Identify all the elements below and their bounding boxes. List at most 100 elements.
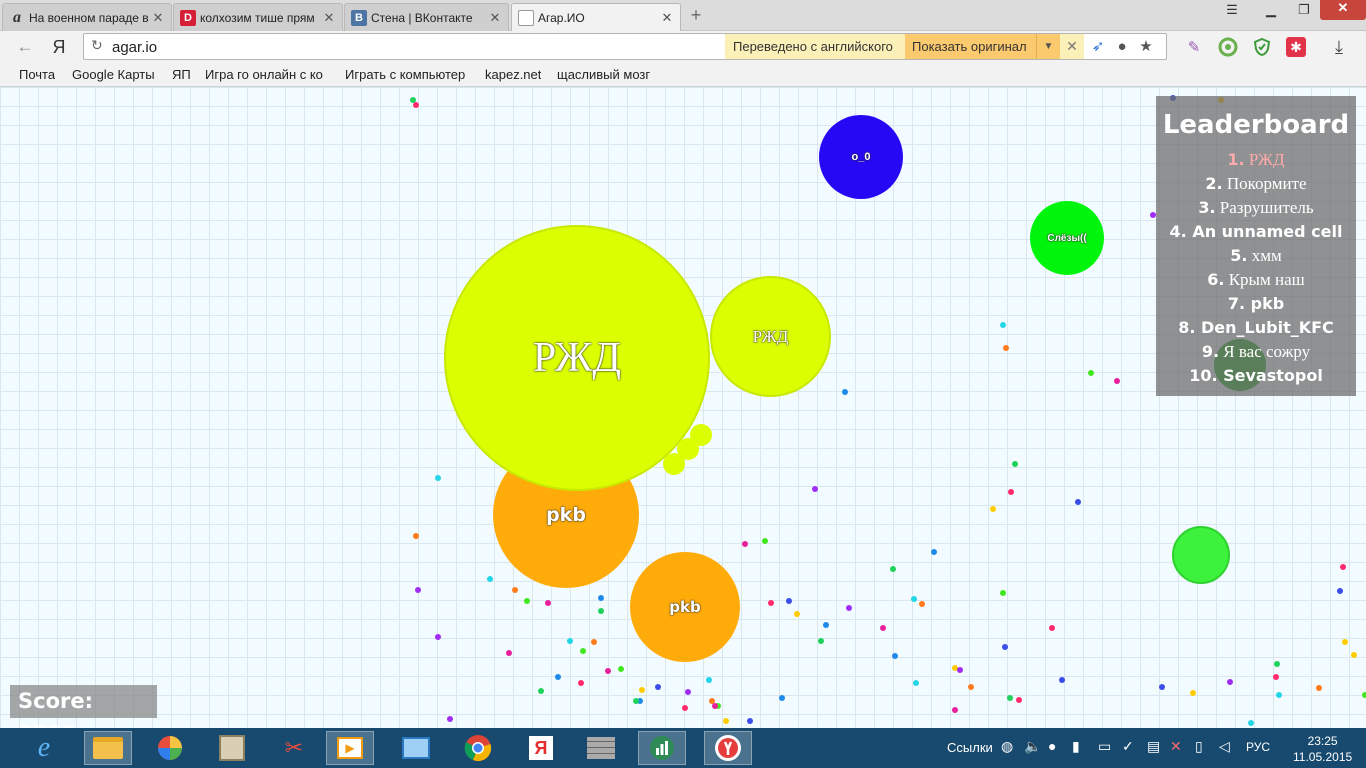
volume-icon[interactable]: 🔈 (1024, 738, 1041, 755)
yandex-search-icon[interactable]: Я (517, 731, 565, 765)
tab-4-active[interactable]: Агар.ИО ✕ (511, 3, 681, 32)
tab-close-icon[interactable]: ✕ (660, 10, 674, 26)
food-pellet (1273, 674, 1279, 680)
food-pellet (435, 475, 441, 481)
network-error-icon[interactable]: ✕ (1170, 738, 1182, 755)
clock-time: 23:25 (1307, 734, 1338, 748)
speaker-icon[interactable]: ◁ (1219, 738, 1230, 755)
printer-icon[interactable]: ▤ (1147, 738, 1160, 755)
video-player-icon[interactable]: ▶ (326, 731, 374, 765)
window-icon[interactable]: ▭ (1098, 738, 1111, 755)
internet-explorer-icon[interactable]: e (20, 731, 68, 765)
shield-extension-icon[interactable] (1250, 35, 1274, 59)
translate-dropdown-icon[interactable]: ▼ (1036, 34, 1060, 59)
media-center-icon[interactable] (146, 731, 194, 765)
remote-desktop-icon[interactable] (392, 731, 440, 765)
sync-extension-icon[interactable] (1216, 35, 1240, 59)
signal-icon[interactable]: ▮ (1072, 738, 1080, 755)
cell-name: pkb (546, 504, 586, 526)
food-pellet (413, 533, 419, 539)
food-pellet (911, 596, 917, 602)
battery-icon[interactable]: ▯ (1195, 738, 1203, 755)
food-pellet (812, 486, 818, 492)
bookmark-item[interactable]: ЯП (172, 67, 191, 82)
checkmark-icon[interactable]: ✓ (1122, 738, 1134, 755)
food-pellet (1002, 644, 1008, 650)
food-pellet (842, 389, 848, 395)
food-pellet (823, 622, 829, 628)
rocket-icon[interactable]: ➶ (1088, 36, 1108, 58)
food-pellet (685, 689, 691, 695)
food-pellet (639, 687, 645, 693)
bookmark-item[interactable]: Игра го онлайн с ко (205, 67, 332, 82)
reload-icon[interactable]: ↻ (91, 37, 103, 54)
bookmark-item[interactable]: Почта (19, 67, 55, 82)
file-explorer-icon[interactable] (84, 731, 132, 765)
leaderboard-entry: 3. Разрушитель (1156, 196, 1356, 220)
show-original-button[interactable]: Показать оригинал (905, 34, 1036, 59)
new-tab-button[interactable]: + (686, 6, 706, 26)
address-bar[interactable]: ↻ agar.io Переведено с английского Показ… (83, 33, 1167, 60)
bookmark-item[interactable]: Google Карты (72, 67, 155, 82)
star-icon[interactable]: ★ (1136, 36, 1156, 58)
feather-extension-icon[interactable]: ✎ (1182, 35, 1206, 59)
translate-close-icon[interactable]: ✕ (1060, 34, 1084, 59)
leaderboard-player: Sevastopol (1223, 366, 1323, 385)
bookmark-item[interactable]: щасливый мозг (557, 67, 650, 82)
food-pellet (1000, 322, 1006, 328)
food-pellet (913, 680, 919, 686)
hamburger-menu-icon[interactable]: ☰ (1215, 2, 1249, 20)
food-pellet (742, 541, 748, 547)
food-pellet (794, 611, 800, 617)
tab-close-icon[interactable]: ✕ (322, 10, 336, 26)
tab-close-icon[interactable]: ✕ (488, 10, 502, 26)
food-pellet (1114, 378, 1120, 384)
links-toolbar-label[interactable]: Ссылки (947, 740, 993, 755)
tab-3[interactable]: B Стена | ВКонтакте ✕ (344, 3, 509, 31)
tab-label: Стена | ВКонтакте (371, 10, 473, 25)
game-canvas[interactable]: o_0 Слёзы(( pkb pkb РЖД РЖД Leaderboard … (0, 87, 1366, 728)
yandex-browser-icon[interactable] (704, 731, 752, 765)
orb-icon[interactable]: ● (1048, 738, 1056, 754)
tab-2[interactable]: D колхозим тише прям ✕ (173, 3, 343, 31)
yandex-logo-text: Я (529, 736, 553, 760)
snowflake-extension-icon[interactable]: ✱ (1284, 35, 1308, 59)
food-pellet (892, 653, 898, 659)
chrome-icon[interactable] (454, 731, 502, 765)
url-text[interactable]: agar.io (112, 39, 157, 56)
back-arrow-icon[interactable]: ← (14, 36, 36, 58)
bookmark-item[interactable]: Играть с компьютер (345, 67, 472, 82)
system-clock[interactable]: 23:25 11.05.2015 (1293, 733, 1352, 765)
minimize-icon[interactable]: ▁ (1254, 2, 1288, 20)
leaderboard-entry: 9. Я вас сожру (1156, 340, 1356, 364)
download-icon[interactable]: ⤓ (1327, 35, 1351, 59)
restore-icon[interactable]: ❐ (1287, 2, 1321, 20)
window-close-icon[interactable]: ✕ (1320, 0, 1366, 20)
monitor-stats-icon[interactable] (638, 731, 686, 765)
yandex-logo-icon[interactable]: Я (48, 36, 70, 58)
bookmark-item[interactable]: kapez.net (485, 67, 541, 82)
firewall-icon[interactable] (577, 731, 625, 765)
leaderboard-rank: 3. (1198, 198, 1216, 217)
food-pellet (1351, 652, 1357, 658)
scissors-tool-icon[interactable]: ✂ (270, 731, 318, 765)
food-pellet (762, 538, 768, 544)
leaderboard-player: Разрушитель (1219, 198, 1314, 217)
leaderboard-player: Я вас сожру (1223, 342, 1311, 361)
food-pellet (435, 634, 441, 640)
leaderboard-entry: 5. хмм (1156, 244, 1356, 268)
leaderboard-player: An unnamed cell (1192, 222, 1343, 241)
tab-1[interactable]: a На военном параде в ✕ (2, 3, 172, 31)
archive-icon[interactable] (208, 731, 256, 765)
language-indicator[interactable]: РУС (1246, 740, 1270, 754)
cell-name: o_0 (851, 151, 871, 163)
food-pellet (591, 639, 597, 645)
food-pellet (990, 506, 996, 512)
globe-icon[interactable]: ◍ (1001, 738, 1013, 755)
cell-name: pkb (669, 598, 701, 616)
tab-favicon-icon: B (351, 9, 367, 26)
food-pellet (952, 707, 958, 713)
tab-close-icon[interactable]: ✕ (151, 10, 165, 26)
food-pellet (712, 703, 718, 709)
lightbulb-icon[interactable]: ● (1112, 36, 1132, 58)
